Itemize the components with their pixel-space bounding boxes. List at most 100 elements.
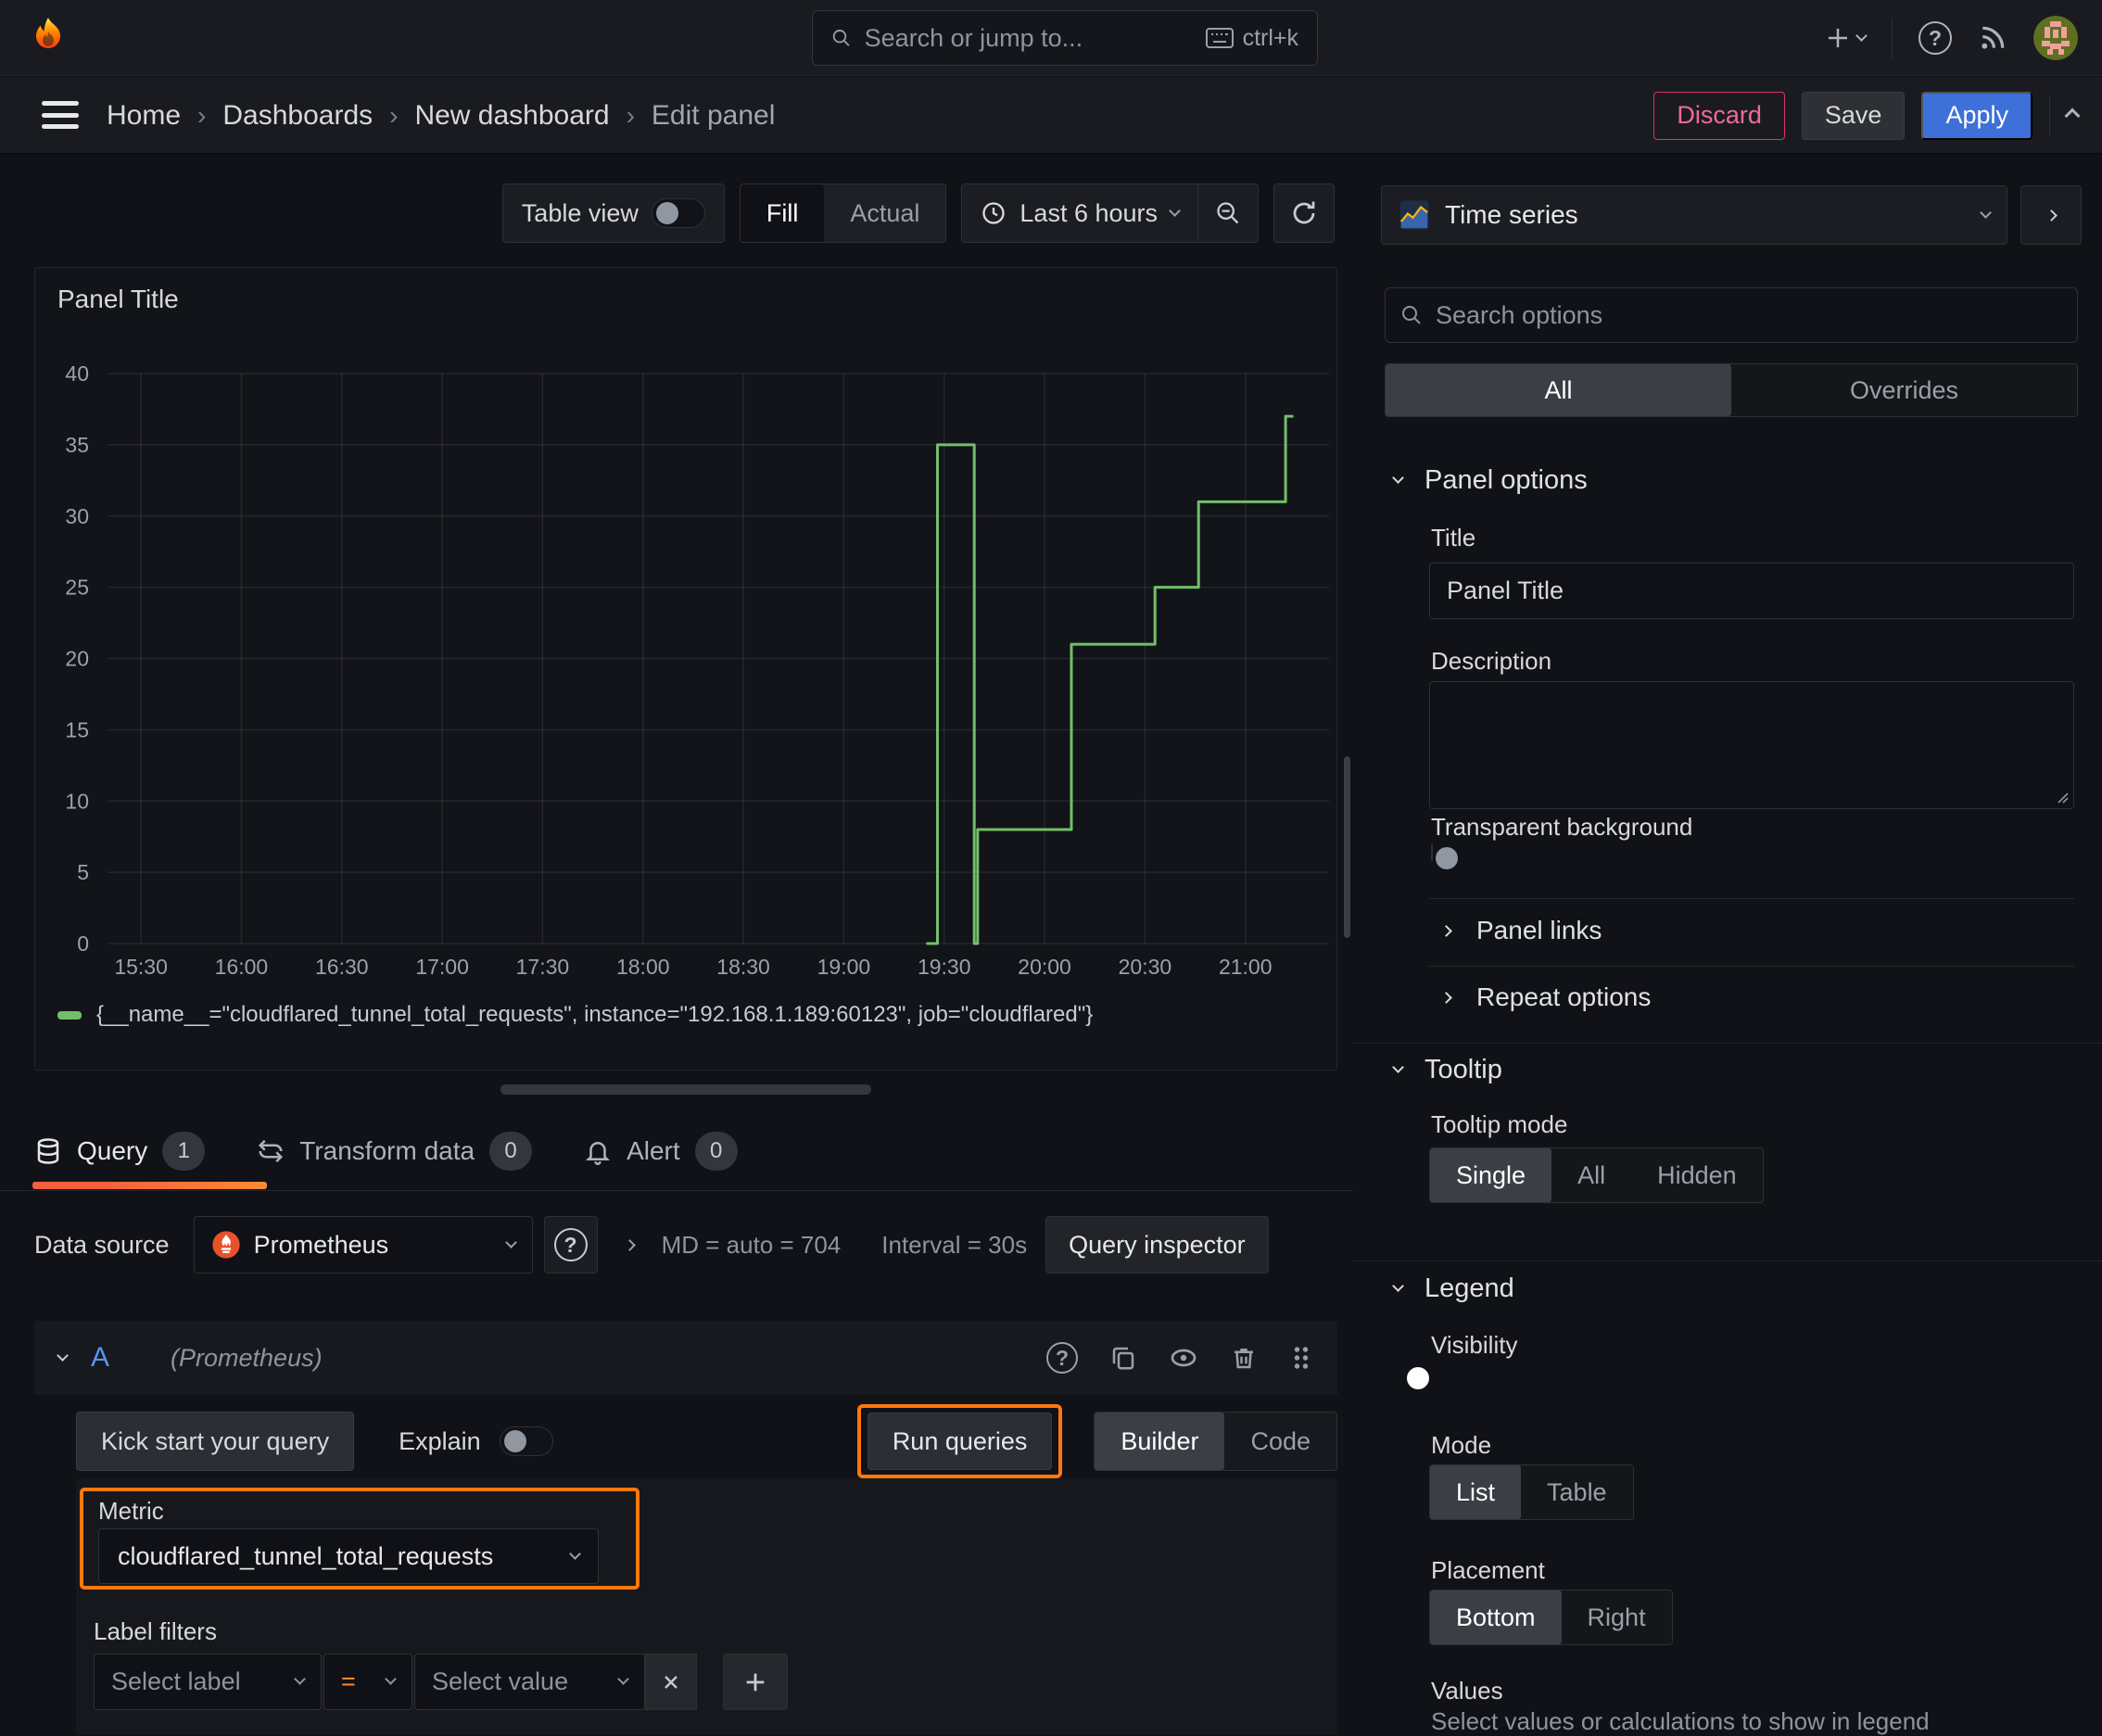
option-all[interactable]: All bbox=[1386, 364, 1731, 416]
query-inspector-button[interactable]: Query inspector bbox=[1045, 1216, 1269, 1273]
options-scope-tabs: All Overrides bbox=[1385, 363, 2078, 417]
label-filters-row: Select label = Select value bbox=[94, 1654, 788, 1710]
legend-series-label[interactable]: {__name__="cloudflared_tunnel_total_requ… bbox=[96, 1002, 1093, 1028]
option-actual[interactable]: Actual bbox=[824, 184, 945, 242]
metric-select[interactable]: cloudflared_tunnel_total_requests bbox=[98, 1528, 599, 1584]
option-right[interactable]: Right bbox=[1562, 1590, 1672, 1644]
collapse-header-button[interactable] bbox=[2064, 105, 2081, 126]
breadcrumb-bar: Home › Dashboards › New dashboard › Edit panel… bbox=[0, 77, 2102, 154]
option-hidden[interactable]: Hidden bbox=[1631, 1148, 1763, 1202]
tab-query[interactable]: Query 1 bbox=[34, 1132, 206, 1171]
tooltip-header[interactable]: Tooltip bbox=[1392, 1055, 1502, 1085]
option-builder[interactable]: Builder bbox=[1095, 1413, 1225, 1470]
resize-grip-icon[interactable] bbox=[2055, 790, 2070, 805]
add-filter-button[interactable] bbox=[723, 1654, 788, 1710]
panel-options-header[interactable]: Panel options bbox=[1392, 465, 1588, 496]
legend-swatch[interactable] bbox=[57, 1010, 82, 1020]
plus-icon bbox=[1829, 29, 1847, 47]
select-label-dropdown[interactable]: Select label bbox=[94, 1654, 322, 1710]
option-table[interactable]: Table bbox=[1521, 1465, 1633, 1519]
global-search-input[interactable] bbox=[864, 23, 1193, 53]
explain-toggle[interactable] bbox=[499, 1426, 553, 1456]
datasource-help-button[interactable]: ? bbox=[543, 1216, 598, 1273]
option-code[interactable]: Code bbox=[1224, 1413, 1336, 1470]
x-tick-label: 15:30 bbox=[114, 955, 168, 979]
tab-transform-data[interactable]: Transform data 0 bbox=[257, 1132, 533, 1171]
tooltip-mode-label: Tooltip mode bbox=[1431, 1110, 1568, 1138]
breadcrumb-item-new-dashboard[interactable]: New dashboard bbox=[414, 100, 609, 132]
run-queries-button[interactable]: Run queries bbox=[867, 1413, 1053, 1470]
select-label-placeholder: Select label bbox=[111, 1667, 241, 1695]
option-overrides[interactable]: Overrides bbox=[1731, 364, 2077, 416]
global-search[interactable]: ctrl+k bbox=[812, 10, 1318, 66]
description-field[interactable] bbox=[1429, 681, 2074, 809]
collapse-sidebar-button[interactable] bbox=[2020, 185, 2082, 245]
query-help-icon[interactable]: ? bbox=[1046, 1342, 1078, 1374]
panel-links-section[interactable]: Panel links bbox=[1440, 916, 1602, 945]
news-button[interactable] bbox=[1978, 23, 2007, 53]
chevron-down-icon bbox=[1392, 1061, 1404, 1073]
chevron-right-icon bbox=[1440, 924, 1452, 937]
tab-label: Query bbox=[77, 1136, 148, 1165]
option-all[interactable]: All bbox=[1551, 1148, 1631, 1202]
select-value-dropdown[interactable]: Select value bbox=[414, 1654, 645, 1710]
legend-mode-segmented: List Table bbox=[1429, 1464, 1634, 1520]
datasource-select[interactable]: Prometheus bbox=[193, 1216, 533, 1273]
visualization-picker[interactable]: Time series bbox=[1381, 185, 2007, 245]
option-fill[interactable]: Fill bbox=[740, 184, 825, 242]
options-search[interactable] bbox=[1385, 287, 2078, 343]
tab-label: Transform data bbox=[299, 1136, 475, 1165]
option-list[interactable]: List bbox=[1430, 1465, 1522, 1519]
query-datasource-hint: (Prometheus) bbox=[171, 1343, 323, 1372]
kick-start-query-button[interactable]: Kick start your query bbox=[76, 1412, 355, 1471]
hide-query-eye-icon[interactable] bbox=[1169, 1343, 1198, 1373]
drag-query-grip-icon[interactable] bbox=[1289, 1344, 1313, 1372]
avatar[interactable] bbox=[2033, 16, 2078, 60]
options-search-input[interactable] bbox=[1436, 300, 2062, 330]
transparent-background-toggle[interactable] bbox=[1431, 843, 1458, 869]
description-input[interactable] bbox=[1429, 681, 2074, 809]
option-single[interactable]: Single bbox=[1430, 1148, 1552, 1202]
panel-title-field[interactable] bbox=[1429, 563, 2074, 619]
metric-highlight-box: Metric cloudflared_tunnel_total_requests bbox=[80, 1488, 639, 1590]
tab-alert[interactable]: Alert 0 bbox=[584, 1132, 738, 1171]
repeat-options-section[interactable]: Repeat options bbox=[1440, 982, 1651, 1012]
main-scrollbar[interactable] bbox=[1344, 756, 1350, 938]
panel-resize-handle[interactable] bbox=[500, 1084, 871, 1095]
breadcrumb-item-home[interactable]: Home bbox=[107, 100, 181, 132]
legend-values-label: Values bbox=[1431, 1677, 1503, 1704]
time-range-picker[interactable]: Last 6 hours bbox=[962, 184, 1197, 242]
collapse-query-icon[interactable] bbox=[57, 1349, 69, 1362]
help-button[interactable]: ? bbox=[1918, 21, 1952, 55]
query-ref-id[interactable]: A bbox=[91, 1342, 109, 1374]
option-bottom[interactable]: Bottom bbox=[1430, 1590, 1562, 1644]
duplicate-query-icon[interactable] bbox=[1109, 1344, 1137, 1372]
y-tick-label: 25 bbox=[65, 576, 89, 600]
operator-dropdown[interactable]: = bbox=[323, 1654, 412, 1710]
menu-toggle-button[interactable] bbox=[42, 101, 79, 129]
panel-title-input[interactable] bbox=[1447, 577, 2057, 605]
legend-header[interactable]: Legend bbox=[1392, 1273, 1514, 1304]
run-queries-highlight-box: Run queries bbox=[856, 1404, 1063, 1478]
save-button[interactable]: Save bbox=[1801, 91, 1906, 140]
apply-button[interactable]: Apply bbox=[1921, 91, 2032, 140]
grafana-logo-icon[interactable] bbox=[26, 16, 70, 60]
search-shortcut: ctrl+k bbox=[1205, 25, 1298, 52]
refresh-button[interactable] bbox=[1273, 184, 1335, 243]
tab-count-badge: 0 bbox=[489, 1132, 533, 1171]
zoom-out-button[interactable] bbox=[1198, 184, 1258, 242]
discard-button[interactable]: Discard bbox=[1653, 91, 1785, 140]
time-series-chart[interactable]: 0 5 10 15 20 25 30 35 40 15:30 16:00 16:30 17:00 17:3… bbox=[35, 268, 1336, 1019]
breadcrumb-item-edit-panel[interactable]: Edit panel bbox=[652, 100, 775, 132]
chevron-right-icon[interactable] bbox=[623, 1238, 636, 1251]
table-view-toggle[interactable] bbox=[651, 198, 705, 228]
delete-query-trash-icon[interactable] bbox=[1230, 1344, 1258, 1372]
breadcrumb-item-dashboards[interactable]: Dashboards bbox=[222, 100, 373, 132]
x-tick-label: 18:00 bbox=[616, 955, 670, 979]
active-tab-underline bbox=[32, 1182, 267, 1189]
remove-filter-button[interactable] bbox=[645, 1654, 697, 1710]
breadcrumb-separator: › bbox=[389, 100, 399, 130]
query-stats: MD = auto = 704 bbox=[661, 1230, 842, 1259]
x-tick-label: 18:30 bbox=[716, 955, 770, 979]
new-menu-button[interactable] bbox=[1824, 24, 1868, 52]
